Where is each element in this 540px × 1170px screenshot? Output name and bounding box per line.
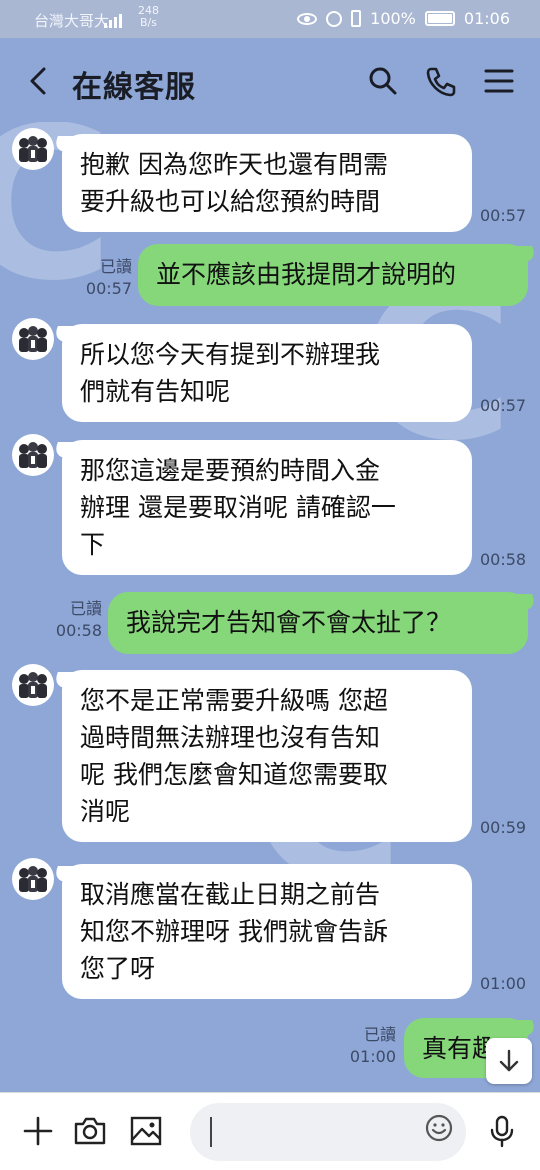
microphone-icon <box>490 1115 514 1148</box>
menu-icon <box>484 69 514 93</box>
read-status: 已讀 <box>99 257 132 276</box>
message-line: 所以您今天有提到不辦理我 <box>80 340 381 369</box>
message-time: 01:00 <box>349 1047 396 1066</box>
phone-icon <box>426 67 456 97</box>
message-line: 我說完才告知會不會太扯了？ <box>126 608 452 637</box>
alarm-icon <box>326 10 343 27</box>
agent-avatar[interactable] <box>12 664 54 706</box>
back-arrow-icon <box>30 67 46 95</box>
read-receipt: 已讀 00:57 <box>76 256 132 300</box>
battery-icon <box>424 11 455 26</box>
clock: 01:06 <box>463 9 510 28</box>
voice-button[interactable] <box>484 1113 520 1149</box>
agent-avatar[interactable] <box>12 318 54 360</box>
battery-percent: 100% <box>370 9 416 28</box>
camera-icon <box>74 1117 106 1145</box>
message-line: 您不是正常需要升級嗎 您超 <box>80 686 388 715</box>
menu-button[interactable] <box>482 64 516 98</box>
message-line: 呢 我們怎麼會知道您需要取 <box>80 760 388 789</box>
back-button[interactable] <box>22 64 56 98</box>
agent-avatar[interactable] <box>12 858 54 900</box>
message-line: 下 <box>80 530 106 559</box>
network-speed: 248 B/s <box>138 5 159 29</box>
message-line: 您了呀 <box>80 954 156 983</box>
agent-avatar[interactable] <box>12 434 54 476</box>
incoming-message[interactable]: 抱歉 因為您昨天也還有問需 要升級也可以給您預約時間 <box>62 134 472 232</box>
image-icon <box>130 1116 162 1146</box>
message-input-bar <box>0 1092 540 1170</box>
message-time: 00:57 <box>480 396 527 415</box>
agent-avatar[interactable] <box>12 128 54 170</box>
call-button[interactable] <box>424 64 458 98</box>
page-title: 在線客服 <box>72 70 196 105</box>
read-receipt: 已讀 01:00 <box>340 1024 396 1068</box>
message-line: 辦理 還是要取消呢 請確認一 <box>80 493 396 522</box>
search-button[interactable] <box>366 64 400 98</box>
message-line: 並不應該由我提問才說明的 <box>156 260 457 289</box>
message-time: 01:00 <box>480 974 527 993</box>
message-line: 知您不辦理呀 我們就會告訴 <box>80 917 388 946</box>
add-button[interactable] <box>20 1113 56 1149</box>
read-status: 已讀 <box>363 1025 396 1044</box>
message-line: 們就有告知呢 <box>80 377 231 406</box>
message-line: 過時間無法辦理也沒有告知 <box>80 723 381 752</box>
message-line: 那您這邊是要預約時間入金 <box>80 456 381 485</box>
carrier-name: 台灣大哥大 <box>34 12 110 30</box>
incoming-message[interactable]: 那您這邊是要預約時間入金 辦理 還是要取消呢 請確認一 下 <box>62 440 472 575</box>
incoming-message[interactable]: 您不是正常需要升級嗎 您超 過時間無法辦理也沒有告知 呢 我們怎麼會知道您需要取… <box>62 670 472 842</box>
signal-icon <box>104 12 128 28</box>
eye-comfort-icon <box>297 12 318 25</box>
speed-unit: B/s <box>140 16 157 29</box>
message-line: 要升級也可以給您預約時間 <box>80 187 381 216</box>
chat-header: 在線客服 <box>0 38 540 122</box>
message-time: 00:59 <box>480 818 527 837</box>
read-receipt: 已讀 00:58 <box>46 598 102 642</box>
camera-button[interactable] <box>72 1113 108 1149</box>
emoji-icon <box>425 1114 453 1142</box>
outgoing-message[interactable]: 我說完才告知會不會太扯了？ <box>108 592 528 654</box>
plus-icon <box>23 1116 53 1146</box>
emoji-button[interactable] <box>424 1113 454 1143</box>
scroll-to-bottom-button[interactable] <box>486 1038 532 1084</box>
outgoing-message[interactable]: 並不應該由我提問才說明的 <box>138 244 528 306</box>
message-time: 00:58 <box>55 621 102 640</box>
message-time: 00:57 <box>85 279 132 298</box>
message-time: 00:57 <box>480 206 527 225</box>
message-line: 取消應當在截止日期之前告 <box>80 880 381 909</box>
message-time: 00:58 <box>480 550 527 569</box>
vibrate-icon <box>351 10 362 27</box>
image-button[interactable] <box>128 1113 164 1149</box>
text-cursor <box>210 1117 212 1147</box>
arrow-down-icon <box>499 1049 519 1072</box>
message-line: 抱歉 因為您昨天也還有問需 <box>80 150 388 179</box>
read-status: 已讀 <box>69 599 102 618</box>
search-icon <box>369 67 397 95</box>
message-line: 消呢 <box>80 797 131 826</box>
message-list[interactable]: C C C 抱歉 因為您昨天也還有問需 要升級也可以給您預約時間 00:57 已… <box>0 122 540 1092</box>
status-bar: 台灣大哥大 248 B/s 100% 01:06 <box>0 0 540 38</box>
incoming-message[interactable]: 所以您今天有提到不辦理我 們就有告知呢 <box>62 324 472 422</box>
incoming-message[interactable]: 取消應當在截止日期之前告 知您不辦理呀 我們就會告訴 您了呀 <box>62 864 472 999</box>
